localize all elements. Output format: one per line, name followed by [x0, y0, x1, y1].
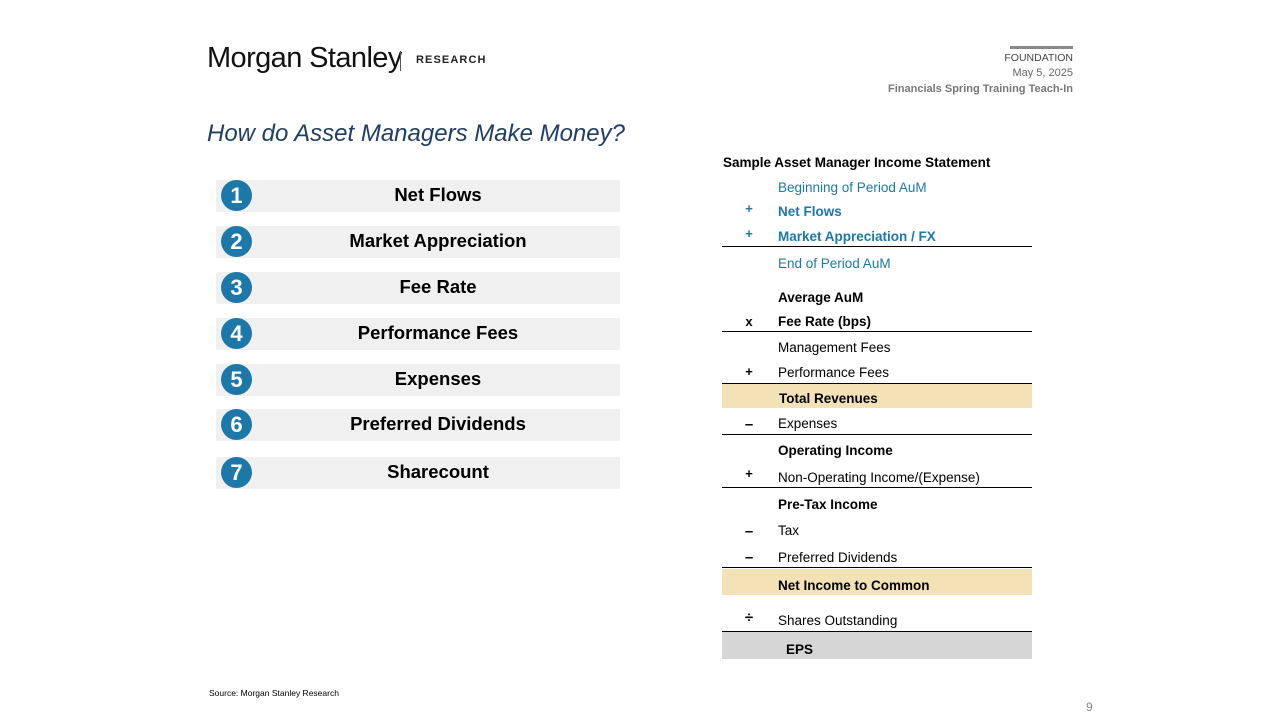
minus-operator: – [744, 523, 754, 540]
report-date: May 5, 2025 [1012, 67, 1073, 79]
plus-operator: + [745, 364, 753, 379]
source-note: Source: Morgan Stanley Research [209, 688, 339, 698]
number-badge: 5 [221, 364, 252, 395]
plus-operator: + [745, 226, 753, 241]
divider-line [722, 567, 1032, 568]
number-badge: 4 [221, 318, 252, 349]
divider-line [722, 383, 1032, 384]
divider-line [722, 434, 1032, 435]
line-total-revenues: Total Revenues [779, 391, 878, 406]
minus-operator: – [744, 549, 754, 566]
event-name: Financials Spring Training Teach-In [888, 83, 1073, 95]
driver-label: Sharecount [387, 461, 489, 482]
line-preferred-dividends: Preferred Dividends [778, 550, 898, 565]
eps-highlight [722, 632, 1032, 659]
line-eps: EPS [786, 642, 814, 657]
divider-line [722, 331, 1032, 332]
line-beginning-aum: Beginning of Period AuM [778, 180, 927, 195]
number-badge: 1 [221, 180, 252, 211]
number-badge: 3 [221, 272, 252, 303]
driver-label: Preferred Dividends [350, 413, 526, 434]
divide-operator: ÷ [744, 609, 754, 626]
driver-label: Market Appreciation [349, 230, 527, 251]
line-non-operating-income: Non-Operating Income/(Expense) [778, 470, 980, 485]
plus-operator: + [745, 466, 753, 481]
foundation-bar [1010, 46, 1073, 49]
line-net-income: Net Income to Common [778, 578, 930, 593]
number-badge: 2 [221, 226, 252, 257]
line-end-aum: End of Period AuM [778, 256, 891, 271]
line-average-aum: Average AuM [778, 290, 864, 305]
line-market-appreciation: Market Appreciation / FX [778, 229, 936, 244]
divider-line [722, 631, 1032, 632]
driver-label: Performance Fees [357, 322, 519, 343]
plus-operator: + [745, 201, 753, 216]
slide-title: How do Asset Managers Make Money? [207, 120, 625, 147]
divider-line [722, 246, 1032, 247]
driver-label: Fee Rate [399, 276, 477, 297]
logo-divider [400, 51, 401, 71]
line-net-flows: Net Flows [778, 204, 842, 219]
line-pretax-income: Pre-Tax Income [778, 497, 878, 512]
line-tax: Tax [778, 523, 800, 538]
foundation-label: FOUNDATION [1004, 52, 1073, 64]
line-management-fees: Management Fees [778, 340, 891, 355]
line-performance-fees: Performance Fees [778, 365, 890, 380]
morgan-stanley-logo: Morgan Stanley [207, 42, 402, 74]
number-badge: 6 [221, 409, 252, 440]
driver-label: Expenses [394, 368, 482, 389]
line-fee-rate: Fee Rate (bps) [778, 314, 872, 329]
number-badge: 7 [221, 457, 252, 488]
page-number: 9 [1086, 700, 1093, 714]
minus-operator: – [744, 416, 754, 433]
line-expenses: Expenses [778, 416, 838, 431]
divider-line [722, 487, 1032, 488]
line-operating-income: Operating Income [778, 443, 893, 458]
statement-title: Sample Asset Manager Income Statement [723, 155, 991, 170]
research-label: RESEARCH [416, 54, 487, 66]
line-shares-outstanding: Shares Outstanding [778, 613, 898, 628]
multiply-operator: x [745, 314, 753, 329]
driver-label: Net Flows [394, 184, 482, 205]
